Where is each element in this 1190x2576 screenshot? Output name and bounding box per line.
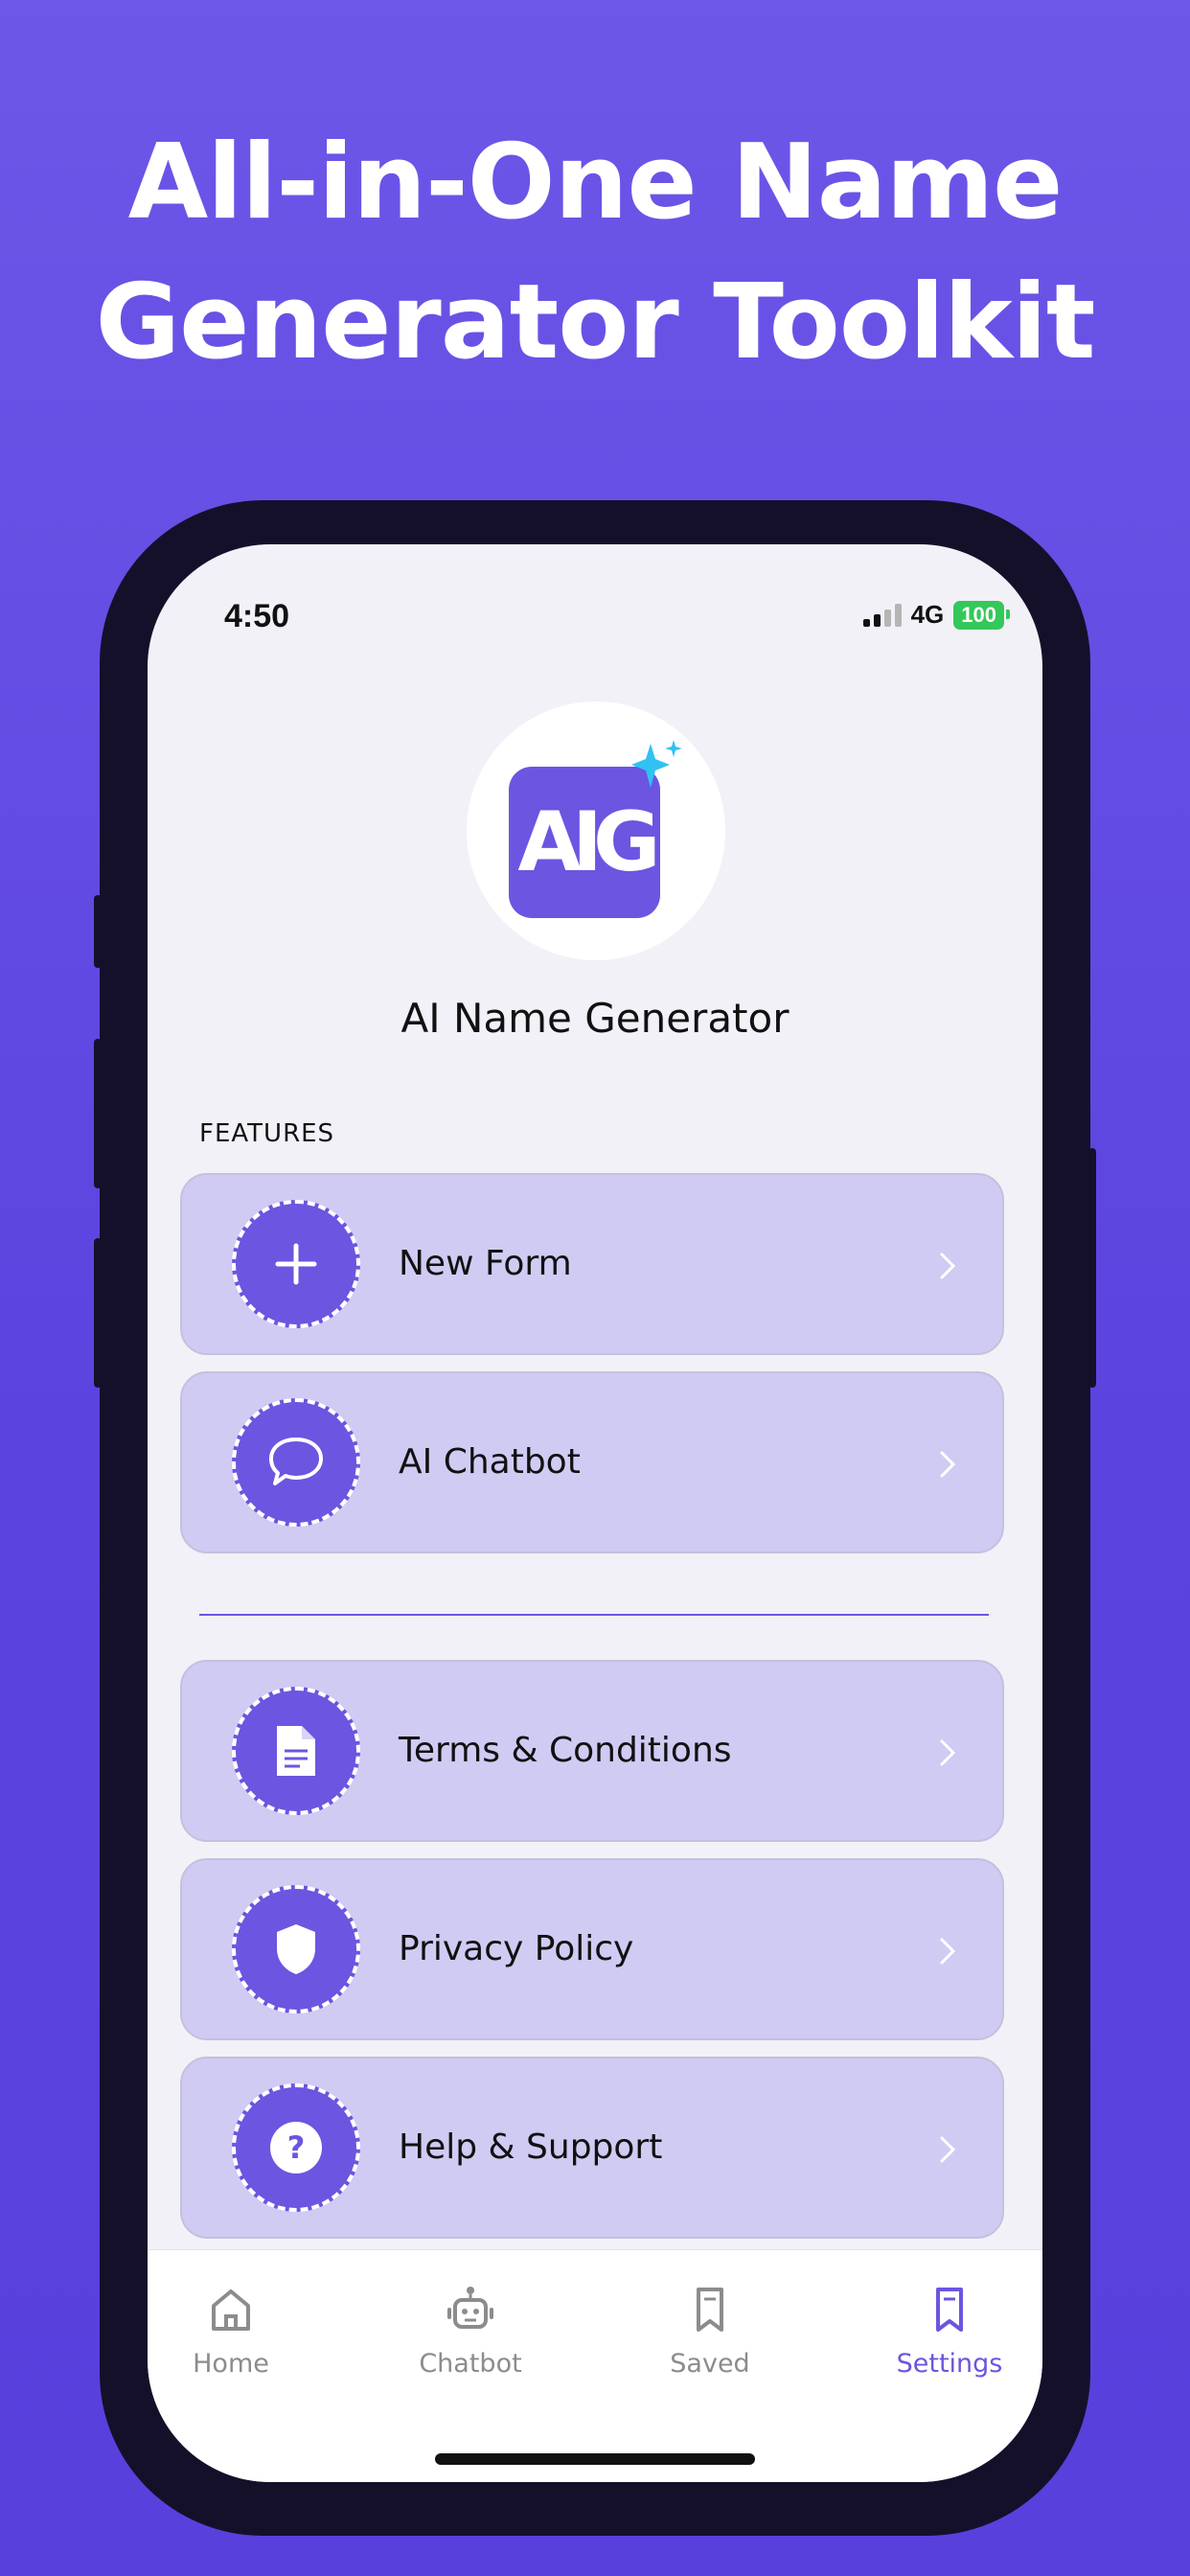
tab-home[interactable]: Home [154,2285,308,2379]
chevron-right-icon [940,1938,956,1965]
home-indicator [435,2453,755,2465]
tab-home-label: Home [193,2349,269,2379]
phone-volume-down [94,1238,102,1388]
app-screen: 4:50 4G 100 AIG AI Name Generator FEATUR… [148,544,1042,2482]
tab-bar: Home Chatbot Saved Settings [148,2249,1042,2482]
document-icon [232,1687,360,1815]
tab-saved[interactable]: Saved [633,2285,787,2379]
ai-chatbot-label: AI Chatbot [399,1442,581,1482]
headline: All-in-One Name Generator Toolkit [0,113,1190,393]
tab-settings[interactable]: Settings [873,2285,1026,2379]
app-logo-mark: AIG [517,794,660,890]
phone-volume-up [94,1039,102,1188]
sparkle-icon [631,740,682,788]
ai-chatbot-button[interactable]: AI Chatbot [180,1371,1004,1553]
status-indicators: 4G 100 [862,600,1010,630]
question-icon: ? [232,2083,360,2212]
help-support-button[interactable]: ? Help & Support [180,2057,1004,2239]
section-divider [199,1614,989,1616]
tab-settings-label: Settings [896,2349,1003,2379]
privacy-policy-button[interactable]: Privacy Policy [180,1858,1004,2040]
chat-bubble-icon [232,1398,360,1527]
battery-icon: 100 [953,600,1010,630]
bookmark-icon [697,2288,723,2332]
privacy-policy-label: Privacy Policy [399,1929,634,1968]
tab-saved-label: Saved [670,2349,750,2379]
network-type: 4G [910,600,945,629]
app-name: AI Name Generator [400,995,790,1042]
terms-conditions-button[interactable]: Terms & Conditions [180,1660,1004,1842]
bookmark-icon [936,2288,963,2332]
plus-icon [232,1200,360,1328]
chevron-right-icon [940,1739,956,1766]
chevron-right-icon [940,1451,956,1478]
phone-power-button [1088,1148,1096,1388]
robot-icon [447,2287,493,2329]
headline-line-2: Generator Toolkit [95,263,1095,382]
chevron-right-icon [940,1253,956,1279]
new-form-label: New Form [399,1244,572,1283]
phone-frame: 4:50 4G 100 AIG AI Name Generator FEATUR… [94,500,1096,2536]
tab-chatbot[interactable]: Chatbot [394,2285,547,2379]
new-form-button[interactable]: New Form [180,1173,1004,1355]
tab-chatbot-label: Chatbot [419,2349,522,2379]
phone-mute-switch [94,895,102,968]
terms-conditions-label: Terms & Conditions [399,1731,732,1770]
svg-text:?: ? [287,2129,306,2166]
help-support-label: Help & Support [399,2128,663,2167]
status-time: 4:50 [224,598,290,634]
headline-line-1: All-in-One Name [127,123,1064,242]
chevron-right-icon [940,2136,956,2163]
app-logo: AIG [467,702,725,960]
shield-icon [232,1885,360,2013]
features-section-label: FEATURES [199,1119,335,1148]
home-icon [212,2289,250,2331]
signal-icon [862,603,902,627]
